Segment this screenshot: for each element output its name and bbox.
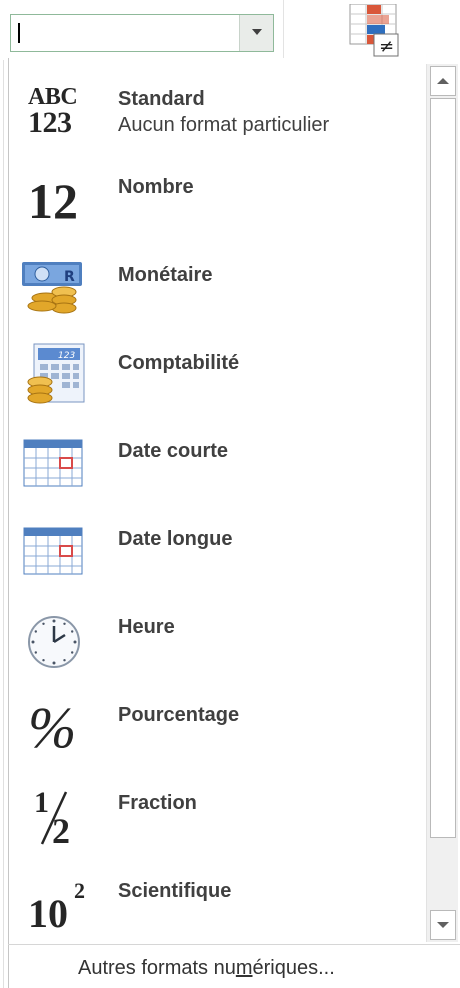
link-text-start: Autres formats nu	[78, 957, 236, 979]
number-12-icon: 12	[20, 164, 90, 230]
conditional-formatting-icon[interactable]: ≠	[346, 4, 414, 58]
format-name: Nombre	[118, 176, 194, 198]
svg-text:123: 123	[58, 351, 75, 361]
percent-glyph: %	[28, 695, 77, 760]
calendar-icon	[23, 439, 83, 487]
fraction-denominator: 2	[52, 811, 70, 851]
123-glyph: 123	[28, 106, 72, 139]
format-item-pourcentage[interactable]: % Pourcentage	[8, 682, 426, 770]
ribbon-strip: ≠	[0, 0, 460, 60]
scroll-thumb[interactable]	[430, 98, 456, 838]
text-cursor	[18, 23, 20, 43]
scroll-up-icon	[437, 78, 449, 84]
scroll-down-icon	[437, 922, 449, 928]
format-item-monetaire[interactable]: R Monétaire	[8, 242, 426, 330]
dropdown-arrow-icon	[252, 29, 262, 35]
footer: Autres formats numériques...	[8, 945, 460, 988]
accounting-icon: 123	[27, 343, 85, 404]
format-name: Heure	[118, 616, 175, 638]
scroll-down-button[interactable]	[430, 910, 456, 940]
number-format-combobox[interactable]	[10, 14, 274, 52]
more-number-formats-link[interactable]: Autres formats numériques...	[78, 957, 335, 980]
format-item-nombre[interactable]: 12 Nombre	[8, 154, 426, 242]
format-item-scientifique[interactable]: 10 2 Scientifique	[8, 858, 426, 946]
currency-icon: R	[22, 262, 82, 314]
format-item-standard[interactable]: ABC 123 Standard Aucun format particulie…	[8, 66, 426, 154]
format-item-comptabilite[interactable]: 123 Comptabilité	[8, 330, 426, 418]
clock-icon	[28, 616, 80, 668]
format-name: Comptabilité	[118, 352, 240, 374]
percent-icon: %	[20, 692, 90, 760]
link-accelerator: m	[235, 957, 253, 979]
format-name: Monétaire	[118, 264, 213, 286]
sheet-edge	[0, 60, 8, 988]
abc-123-icon: ABC 123	[20, 76, 90, 142]
format-name: Date courte	[118, 440, 229, 462]
format-name: Scientifique	[118, 880, 232, 902]
ribbon-separator	[283, 0, 284, 58]
dropdown-arrow-button[interactable]	[239, 15, 273, 51]
scroll-up-button[interactable]	[430, 66, 456, 96]
format-name: Fraction	[118, 792, 197, 814]
format-name: Standard	[118, 88, 205, 110]
fraction-icon: 1 2	[20, 780, 90, 851]
not-equal-symbol: ≠	[379, 36, 394, 57]
format-name: Date longue	[118, 528, 233, 550]
scientific-icon: 10 2	[20, 868, 90, 936]
link-text-end: ériques...	[252, 957, 335, 979]
format-item-heure[interactable]: Heure	[8, 594, 426, 682]
svg-text:R: R	[64, 269, 75, 285]
calendar-icon	[23, 527, 83, 575]
format-description: Aucun format particulier	[118, 114, 330, 136]
format-item-date-courte[interactable]: Date courte	[8, 418, 426, 506]
format-item-date-longue[interactable]: Date longue	[8, 506, 426, 594]
12-glyph: 12	[28, 173, 78, 229]
format-name: Pourcentage	[118, 704, 240, 726]
sci-exponent: 2	[74, 878, 85, 903]
format-item-fraction[interactable]: 1 2 Fraction	[8, 770, 426, 858]
sci-base: 10	[28, 891, 68, 936]
vertical-scrollbar[interactable]	[426, 64, 458, 942]
